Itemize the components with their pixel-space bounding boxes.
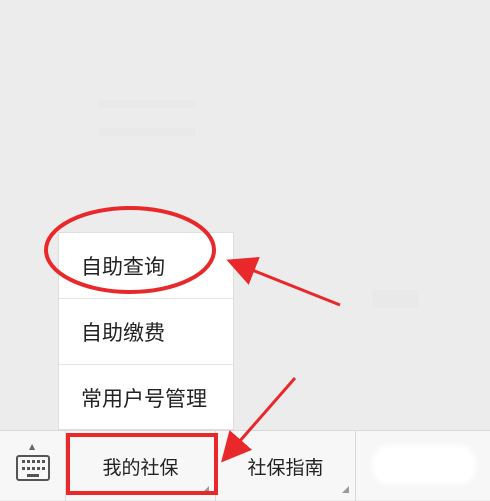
menu-item-self-payment[interactable]: 自助缴费 [59, 299, 233, 365]
keyboard-icon [16, 455, 50, 481]
obscured-tab[interactable] [372, 445, 476, 485]
submenu-popup: 自助查询 自助缴费 常用户号管理 [58, 232, 234, 430]
tab-social-security-guide[interactable]: 社保指南 [216, 431, 356, 501]
annotation-arrow-to-item [226, 256, 341, 307]
submenu-indicator-icon [342, 486, 349, 493]
caret-up-icon: ▲ [29, 442, 36, 451]
tab-my-social-security[interactable]: 我的社保 [66, 431, 216, 501]
bottom-menu-bar: ▲ 我的社保 社保指南 [0, 430, 490, 501]
faint-placeholder-3 [372, 290, 418, 308]
menu-item-account-management[interactable]: 常用户号管理 [59, 365, 233, 431]
tab-label: 社保指南 [247, 456, 324, 479]
tab-label: 我的社保 [102, 456, 179, 479]
menu-item-self-query[interactable]: 自助查询 [59, 233, 233, 299]
faint-placeholder-2 [98, 128, 196, 136]
keyboard-toggle-button[interactable]: ▲ [0, 431, 66, 501]
faint-placeholder-1 [98, 100, 196, 108]
submenu-indicator-icon [202, 486, 209, 493]
